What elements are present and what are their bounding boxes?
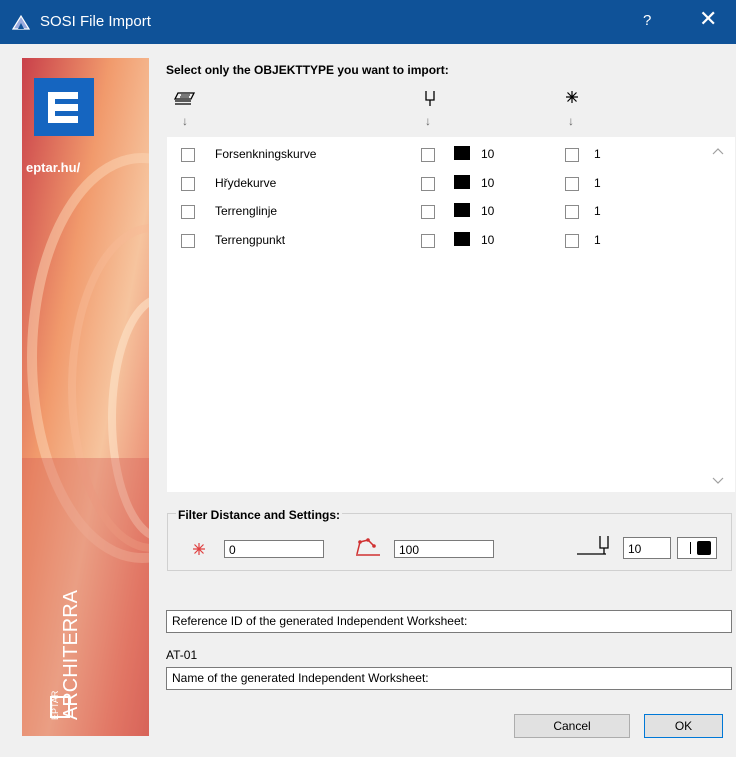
objecttype-name: Hřydekurve: [215, 176, 277, 190]
color-swatch[interactable]: [454, 203, 470, 217]
objecttype-list[interactable]: Forsenkningskurve 10 1 Hřydekurve 10 1 T…: [167, 137, 735, 492]
arrow-point: ↓: [568, 114, 574, 128]
sidebar-banner: eptar.hu/ EPTAR ARCHITERRA: [22, 58, 149, 736]
color-swatch[interactable]: [454, 175, 470, 189]
polyline-input[interactable]: 100: [394, 540, 494, 558]
pen-line-icon: [577, 536, 609, 555]
worksheet-name-field[interactable]: Name of the generated Independent Worksh…: [166, 667, 732, 690]
pen-value: 10: [481, 147, 495, 161]
asterisk-icon: [193, 543, 205, 555]
objecttype-name: Terrengpunkt: [215, 233, 286, 247]
close-button[interactable]: ✕: [699, 8, 717, 30]
pen-color-picker[interactable]: [677, 537, 717, 559]
color-swatch[interactable]: [454, 146, 470, 160]
list-item: Terrengpunkt 10 1: [167, 232, 707, 252]
reference-id-field[interactable]: Reference ID of the generated Independen…: [166, 610, 732, 633]
list-item: Terrenglinje 10 1: [167, 203, 707, 223]
reference-id-value: AT-01: [166, 648, 198, 662]
pen-value: 10: [481, 233, 495, 247]
pen-value: 10: [481, 204, 495, 218]
point-value: 1: [594, 204, 601, 218]
import-checkbox[interactable]: [181, 177, 195, 191]
eptar-logo: [34, 78, 94, 136]
import-checkbox[interactable]: [181, 205, 195, 219]
scroll-up-icon[interactable]: [712, 147, 724, 155]
arrow-pen: ↓: [425, 114, 431, 128]
at-logo-icon: [50, 696, 70, 718]
window-title: SOSI File Import: [40, 13, 151, 30]
import-checkbox[interactable]: [181, 148, 195, 162]
import-checkbox[interactable]: [181, 234, 195, 248]
objecttype-name: Terrenglinje: [215, 204, 278, 218]
objecttype-heading: Select only the OBJEKTTYPE you want to i…: [166, 63, 449, 77]
pen-value: 10: [481, 176, 495, 190]
point-checkbox[interactable]: [565, 234, 579, 248]
pen-number-input[interactable]: 10: [623, 537, 671, 559]
architerra-brand: EPTAR ARCHITERRA: [22, 488, 149, 736]
point-value: 1: [594, 176, 601, 190]
point-checkbox[interactable]: [565, 205, 579, 219]
arrow-layers: ↓: [182, 114, 188, 128]
pen-checkbox[interactable]: [421, 177, 435, 191]
color-swatch[interactable]: [454, 232, 470, 246]
pen-checkbox[interactable]: [421, 205, 435, 219]
archicad-icon: [12, 14, 30, 30]
polyline-icon: [356, 538, 380, 556]
objecttype-name: Forsenkningskurve: [215, 147, 317, 161]
distance-input[interactable]: 0: [224, 540, 324, 558]
title-bar: SOSI File Import ? ✕: [0, 0, 736, 44]
pen-checkbox[interactable]: [421, 234, 435, 248]
filter-group-title: Filter Distance and Settings:: [176, 508, 343, 522]
eptar-url: eptar.hu/: [26, 160, 81, 175]
list-item: Hřydekurve 10 1: [167, 175, 707, 195]
help-button[interactable]: ?: [643, 12, 651, 29]
layers-icon: [174, 92, 196, 105]
pen-icon: [425, 91, 435, 106]
pen-checkbox[interactable]: [421, 148, 435, 162]
scroll-down-icon[interactable]: [712, 477, 724, 485]
point-checkbox[interactable]: [565, 148, 579, 162]
point-checkbox[interactable]: [565, 177, 579, 191]
ok-button[interactable]: OK: [644, 714, 723, 738]
list-item: Forsenkningskurve 10 1: [167, 146, 707, 166]
cancel-button[interactable]: Cancel: [514, 714, 630, 738]
point-value: 1: [594, 147, 601, 161]
asterisk-icon: [566, 91, 578, 103]
point-value: 1: [594, 233, 601, 247]
